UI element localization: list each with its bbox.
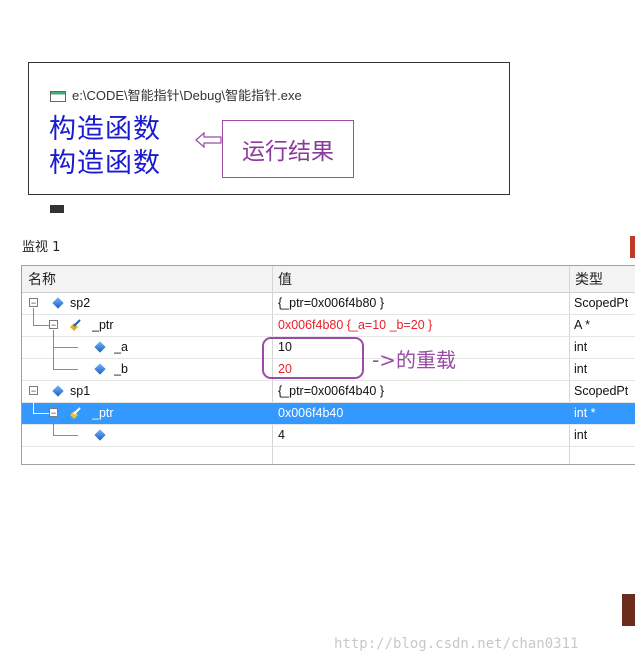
tree-line (33, 396, 50, 414)
watch-panel-title: 监视 1 (22, 240, 61, 255)
column-header-value[interactable]: 值 (272, 266, 568, 292)
result-annotation: 运行结果 (222, 120, 354, 178)
collapse-icon[interactable]: − (29, 298, 38, 308)
watch-row-empty[interactable] (22, 447, 635, 468)
watch-row[interactable]: − _ptr 0x006f4b80 {_a=10 _b=20 } A * (22, 308, 635, 337)
tree-line (53, 418, 78, 436)
console-output-line: 构造函数 (49, 148, 161, 179)
watch-row-name: _ptr (92, 318, 114, 332)
callout-label: ->的重载 (372, 348, 456, 372)
watch-row-name: _b (114, 362, 128, 376)
watch-row-type: ScopedPt (574, 296, 629, 310)
watch-row-name: sp2 (70, 296, 91, 310)
watch-row-type: ScopedPt (574, 384, 629, 398)
left-arrow-icon (195, 131, 222, 149)
column-header-type[interactable]: 类型 (569, 266, 635, 292)
console-window: e:\CODE\智能指针\Debug\智能指针.exe 构造函数 构造函数 运行… (28, 62, 510, 195)
watch-row-type: int (574, 340, 588, 354)
field-icon (94, 341, 106, 353)
watch-row-value[interactable]: {_ptr=0x006f4b80 } (278, 293, 384, 314)
watch-row-type: A * (574, 318, 590, 332)
watch-row-name: sp1 (70, 384, 91, 398)
watch-row-name: _a (114, 340, 128, 354)
collapse-icon[interactable]: − (49, 408, 58, 418)
watch-row-value[interactable]: 4 (278, 425, 285, 446)
seal-stamp (622, 594, 635, 626)
watch-row-type: int (574, 428, 588, 442)
watch-row[interactable]: − sp2 {_ptr=0x006f4b80 } ScopedPt (22, 293, 635, 315)
watermark: http://blog.csdn.net/chan0311 (334, 636, 579, 652)
value-callout-outline (262, 337, 364, 379)
column-header-name[interactable]: 名称 (22, 266, 272, 292)
field-icon (94, 429, 106, 441)
tree-line (53, 348, 78, 370)
watch-grid-header: 名称 值 类型 (22, 266, 635, 293)
watch-row-type: int (574, 362, 588, 376)
field-icon (52, 297, 64, 309)
panel-edge-marker (630, 236, 635, 258)
watch-row-type: int * (574, 406, 596, 420)
collapse-icon[interactable]: − (29, 386, 38, 396)
console-title-text: e:\CODE\智能指针\Debug\智能指针.exe (72, 88, 302, 103)
watch-row-value[interactable]: 0x006f4b40 (278, 403, 343, 424)
watch-row-name: _ptr (92, 406, 114, 420)
field-icon (52, 385, 64, 397)
console-app-icon (50, 91, 66, 103)
tree-line (53, 330, 78, 348)
watch-row-value[interactable]: 0x006f4b80 {_a=10 _b=20 } (278, 315, 432, 336)
watch-row[interactable]: − sp1 {_ptr=0x006f4b40 } ScopedPt (22, 381, 635, 403)
tree-line (33, 308, 50, 326)
collapse-icon[interactable]: − (49, 320, 58, 330)
console-title: e:\CODE\智能指针\Debug\智能指针.exe (50, 85, 302, 104)
console-cursor (50, 205, 64, 213)
watch-row[interactable]: 4 int (22, 418, 635, 447)
watch-row-selected[interactable]: − _ptr 0x006f4b40 int * (22, 396, 635, 425)
watch-row-value[interactable]: {_ptr=0x006f4b40 } (278, 381, 384, 402)
field-icon (94, 363, 106, 375)
